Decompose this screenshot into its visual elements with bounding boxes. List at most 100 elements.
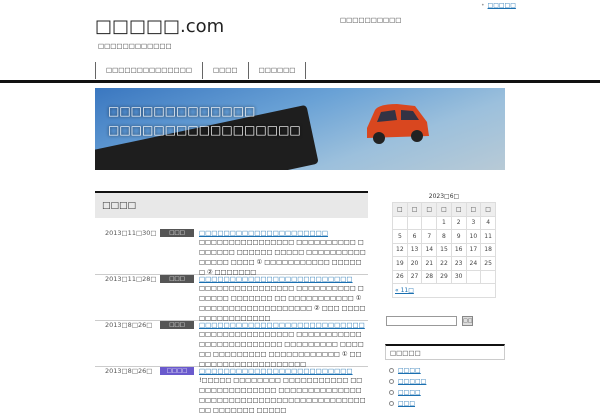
post-date: 2013□8□26□	[105, 367, 153, 375]
calendar-week-row: 12 13 14 15 16 17 18	[392, 242, 496, 257]
calendar-prev-cell: « 11□	[392, 283, 496, 298]
calendar-day: 11	[480, 229, 496, 244]
weekday-header: □	[450, 202, 467, 217]
widget-title: □□□□□	[385, 344, 505, 360]
widget-list: □□□□ □□□□□ □□□□ □□□	[389, 365, 426, 409]
calendar-day: 18	[480, 242, 496, 257]
bullet-icon	[389, 401, 394, 406]
calendar-day	[421, 215, 438, 230]
calendar-day: 29	[436, 269, 452, 284]
weekday-header: □	[392, 202, 408, 217]
weekday-header: □	[421, 202, 438, 217]
calendar-widget: 2023□6□ □ □ □ □ □ □ □ 1 2 3 4 5 6 7 8 9 10 11 12 13 14 15 16 17…	[392, 193, 496, 298]
calendar-day: 26	[392, 269, 408, 284]
post-date: 2013□11□30□	[105, 229, 157, 237]
post-row: 2013□8□26□ □□□□ □□□□□□□□□□□□□□□□□□□□□□□□…	[95, 367, 368, 414]
list-item[interactable]: □□□□□	[389, 376, 426, 387]
post-title-link[interactable]: □□□□□□□□□□□□□□□□□□□□□□□□□	[199, 275, 353, 283]
calendar-day: 1	[436, 215, 452, 230]
weekday-header: □	[406, 202, 423, 217]
list-item[interactable]: □□□□	[389, 387, 426, 398]
calendar-day: 17	[465, 242, 482, 257]
post-excerpt: □□□□□□□□□□□□□□□□ □□□□□□□□□□□□□□□□□□□□□□□…	[199, 331, 364, 368]
weekday-header: □	[465, 202, 482, 217]
list-item-link[interactable]: □□□	[398, 400, 415, 407]
calendar-day	[465, 269, 482, 284]
calendar-week-row: 19 20 21 22 23 24 25	[392, 256, 496, 271]
category-badge[interactable]: □□□□	[160, 367, 194, 375]
post-row: 2013□8□26□ □□□ □□□□□□□□□□□□□□□□□□□□□□□□□…	[95, 321, 368, 368]
calendar-prev-link[interactable]: « 11□	[395, 287, 414, 294]
calendar-table: □ □ □ □ □ □ □ 1 2 3 4 5 6 7 8 9 10 11 12 13 14 15 16 17 18 19 20 21…	[392, 202, 496, 298]
calendar-day: 15	[436, 242, 452, 257]
calendar-week-row: 1234	[392, 215, 496, 230]
calendar-day: 4	[480, 215, 496, 230]
category-badge[interactable]: □□□	[160, 275, 194, 283]
list-item-link[interactable]: □□□□	[398, 389, 421, 396]
post-title-link[interactable]: □□□□□□□□□□□□□□□□□□□□□	[199, 229, 328, 237]
post-title-link[interactable]: □□□□□□□□□□□□□□□□□□□□□□□□□□□	[199, 321, 365, 329]
nav-item[interactable]: □□□□	[203, 62, 249, 79]
toy-car-image	[367, 104, 429, 144]
weekday-header: □	[480, 202, 496, 217]
calendar-day: 19	[392, 256, 408, 271]
calendar-day: 6	[406, 229, 423, 244]
calendar-day: 20	[406, 256, 423, 271]
main-nav: □□□□□□□□□□□□□□ □□□□ □□□□□□	[95, 62, 307, 79]
hero-line-2: □□□□□□□□□□□□□□□□□	[108, 123, 301, 137]
search-button[interactable]: □□	[462, 316, 473, 326]
calendar-day	[480, 269, 496, 284]
post-excerpt: !□□□□□ □□□□□□□□ □□□□□□□□□□□ □□□□□□□□□□□□…	[199, 377, 366, 414]
bullet-icon	[389, 390, 394, 395]
calendar-day: 25	[480, 256, 496, 271]
calendar-day: 7	[421, 229, 438, 244]
weekday-header: □	[436, 202, 452, 217]
search-input[interactable]	[386, 316, 457, 326]
list-item-link[interactable]: □□□□	[398, 367, 421, 374]
calendar-day: 13	[406, 242, 423, 257]
section-heading: □□□□	[95, 191, 368, 218]
calendar-week-row: 26 27 28 29 30	[392, 269, 496, 284]
post-date: 2013□8□26□	[105, 321, 153, 329]
calendar-day: 21	[421, 256, 438, 271]
header-divider	[0, 80, 600, 83]
nav-item[interactable]: □□□□□□□□□□□□□□	[96, 62, 203, 79]
site-title[interactable]: □□□□□.com	[95, 16, 224, 37]
bullet-icon	[389, 379, 394, 384]
top-link-text[interactable]: □□□□□	[488, 2, 516, 9]
calendar-day: 30	[450, 269, 467, 284]
post-excerpt: □□□□□□□□□□□□□□□□ □□□□□□□□□□ □□□□□□□ □□□□…	[199, 239, 366, 276]
category-badge[interactable]: □□□	[160, 321, 194, 329]
calendar-day: 5	[392, 229, 408, 244]
calendar-weekday-row: □ □ □ □ □ □ □	[392, 202, 496, 217]
hero-line-1: □□□□□□□□□□□□□	[108, 104, 256, 118]
post-title-link[interactable]: □□□□□□□□□□□□□□□□□□□□□□□□□	[199, 367, 353, 375]
post-excerpt: □□□□□□□□□□□□□□□□ □□□□□□□□□□ □□□□□□ □□□□□…	[199, 285, 366, 322]
category-badge[interactable]: □□□	[160, 229, 194, 237]
calendar-day: 28	[421, 269, 438, 284]
post-row: 2013□11□30□ □□□ □□□□□□□□□□□□□□□□□□□□□ □□…	[95, 229, 368, 276]
bullet-icon	[389, 368, 394, 373]
calendar-day: 8	[436, 229, 452, 244]
calendar-day: 2	[450, 215, 467, 230]
top-link[interactable]: • □□□□□	[481, 2, 516, 9]
calendar-day: 3	[465, 215, 482, 230]
post-date: 2013□11□28□	[105, 275, 157, 283]
calendar-week-row: 5 6 7 8 9 10 11	[392, 229, 496, 244]
calendar-day: 24	[465, 256, 482, 271]
calendar-day: 14	[421, 242, 438, 257]
calendar-day	[392, 215, 408, 230]
calendar-day: 16	[450, 242, 467, 257]
calendar-day: 22	[436, 256, 452, 271]
calendar-day: 12	[392, 242, 408, 257]
list-item[interactable]: □□□□	[389, 365, 426, 376]
calendar-day	[406, 215, 423, 230]
hero-banner: □□□□□□□□□□□□□ □□□□□□□□□□□□□□□□□	[95, 88, 505, 170]
post-row: 2013□11□28□ □□□ □□□□□□□□□□□□□□□□□□□□□□□□…	[95, 275, 368, 322]
calendar-day: 23	[450, 256, 467, 271]
header-text: □□□□□□□□□□	[340, 16, 402, 24]
calendar-day: 9	[450, 229, 467, 244]
nav-item[interactable]: □□□□□□	[249, 62, 307, 79]
list-item-link[interactable]: □□□□□	[398, 378, 426, 385]
calendar-caption: 2023□6□	[428, 193, 460, 200]
